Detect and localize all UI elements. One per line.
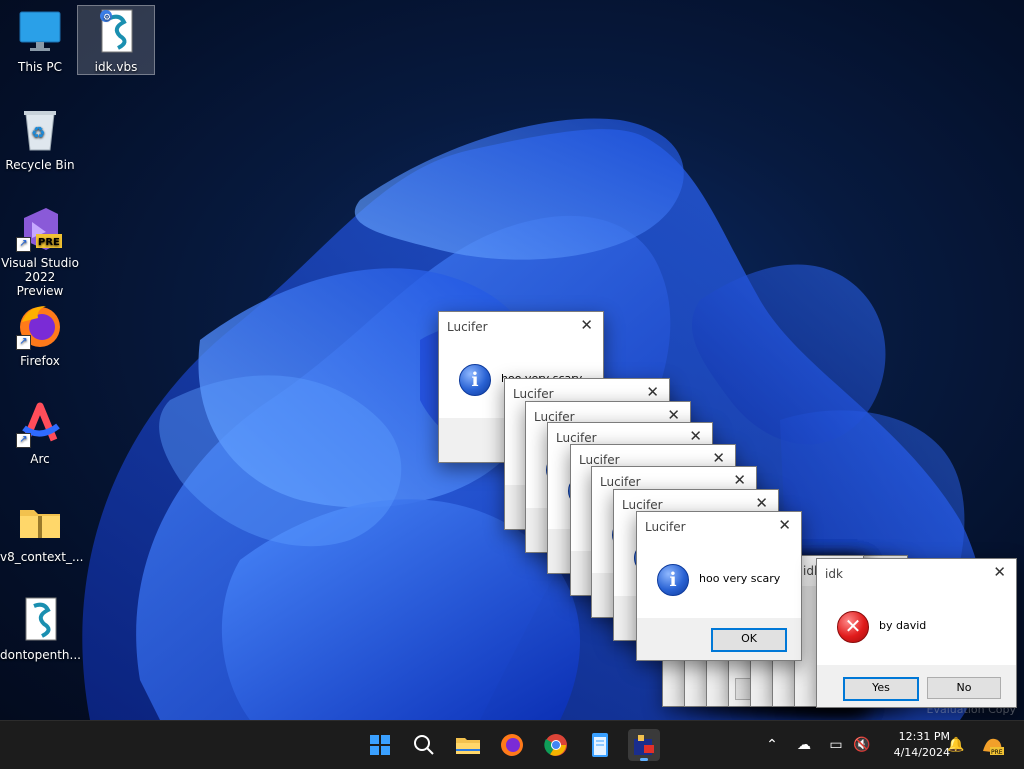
svg-text:♻: ♻ <box>31 123 45 142</box>
chrome-taskbar-button[interactable] <box>540 729 572 761</box>
desktop-icon-label: v8_context_... <box>0 550 84 564</box>
close-icon[interactable]: ✕ <box>689 427 702 445</box>
svg-text:PRE: PRE <box>991 749 1003 756</box>
close-icon[interactable]: ✕ <box>712 449 725 467</box>
start-button[interactable] <box>364 729 396 761</box>
file-explorer-button[interactable] <box>452 729 484 761</box>
desktop-icon-recycle-bin[interactable]: ♻ Recycle Bin <box>0 106 80 172</box>
arc-icon: ↗ <box>16 400 64 448</box>
zip-folder-icon <box>16 498 64 546</box>
visual-studio-icon: PRE ↗ <box>16 204 64 252</box>
shortcut-arrow-icon: ↗ <box>16 237 31 252</box>
script-host-icon <box>634 735 654 755</box>
desktop-icon-firefox[interactable]: ↗ Firefox <box>0 302 80 368</box>
dialog-title: idk <box>825 567 843 581</box>
idk-dialog-front[interactable]: idk ✕ ✕ by david Yes No <box>816 558 1017 708</box>
desktop-icon-arc[interactable]: ↗ Arc <box>0 400 80 466</box>
desktop-icon-label: dontopenth... <box>0 648 81 662</box>
dialog-title: Lucifer <box>579 453 620 467</box>
info-icon: i <box>459 364 491 396</box>
desktop: This PC ⚙ idk.vbs ♻ Recycle Bin PRE ↗ Vi… <box>0 0 1024 720</box>
pre-badge: PRE <box>38 237 60 248</box>
notepad-taskbar-button[interactable] <box>584 729 616 761</box>
monitor-icon <box>16 8 64 56</box>
dialog-title: Lucifer <box>622 498 663 512</box>
notification-bell-icon[interactable]: 🔔 <box>946 735 966 755</box>
desktop-icon-label: Firefox <box>20 354 60 368</box>
desktop-icon-label: idk.vbs <box>94 60 138 74</box>
shortcut-arrow-icon: ↗ <box>16 433 31 448</box>
desktop-icon-label: This PC <box>18 60 62 74</box>
script-file-icon <box>16 596 64 644</box>
info-icon: i <box>657 564 689 596</box>
copilot-preview-icon[interactable]: PRE <box>980 735 1006 756</box>
firefox-taskbar-button[interactable] <box>496 729 528 761</box>
desktop-icon-label: Visual Studio 2022 Preview <box>1 256 79 298</box>
recycle-bin-icon: ♻ <box>16 106 64 154</box>
shortcut-arrow-icon: ↗ <box>16 335 31 350</box>
desktop-icon-label: Arc <box>30 452 50 466</box>
active-indicator <box>640 758 648 761</box>
desktop-icon-v8-context[interactable]: v8_context_... <box>0 498 84 564</box>
volume-muted-icon[interactable]: 🔇 <box>852 735 872 755</box>
close-icon[interactable]: ✕ <box>580 316 593 334</box>
close-icon[interactable]: ✕ <box>993 563 1006 581</box>
close-icon[interactable]: ✕ <box>778 516 791 534</box>
chevron-up-icon[interactable]: ⌃ <box>762 735 782 755</box>
no-button[interactable]: No <box>927 677 1001 699</box>
script-host-taskbar-button[interactable] <box>628 729 660 761</box>
dialog-title: Lucifer <box>600 475 641 489</box>
search-button[interactable] <box>408 729 440 761</box>
clock-date: 4/14/2024 <box>893 746 950 759</box>
desktop-icon-dontopenthis[interactable]: dontopenth... <box>0 596 81 662</box>
firefox-icon: ↗ <box>16 302 64 350</box>
script-file-icon: ⚙ <box>92 8 140 56</box>
start-icon <box>370 735 390 755</box>
network-icon[interactable]: ▭ <box>826 735 846 755</box>
file-explorer-icon <box>456 738 480 754</box>
desktop-icon-label: Recycle Bin <box>5 158 75 172</box>
onedrive-icon[interactable]: ☁ <box>794 735 814 755</box>
desktop-icon-idk-vbs[interactable]: ⚙ idk.vbs <box>77 5 155 75</box>
close-icon[interactable]: ✕ <box>733 471 746 489</box>
clock-time: 12:31 PM <box>898 730 950 743</box>
dialog-title: Lucifer <box>513 387 554 401</box>
dialog-message: hoo very scary <box>699 572 781 585</box>
close-icon[interactable]: ✕ <box>755 494 768 512</box>
dialog-title: Lucifer <box>447 320 488 334</box>
notepad-icon <box>592 733 608 757</box>
taskbar: ⌃ ☁ ▭ 🔇 12:31 PM 4/14/2024 🔔 PRE <box>0 720 1024 769</box>
dialog-title: Lucifer <box>645 520 686 534</box>
firefox-icon <box>501 734 523 756</box>
ok-button[interactable]: OK <box>711 628 787 652</box>
svg-text:⚙: ⚙ <box>103 13 111 23</box>
system-clock[interactable]: 12:31 PM 4/14/2024 <box>878 729 950 761</box>
error-icon: ✕ <box>837 611 869 643</box>
dialog-message: by david <box>879 619 927 632</box>
ok-button[interactable] <box>735 678 751 700</box>
dialog-title: Lucifer <box>556 431 597 445</box>
search-icon <box>414 735 434 755</box>
chrome-icon <box>544 734 567 756</box>
desktop-icon-this-pc[interactable]: This PC <box>0 8 80 74</box>
desktop-icon-visual-studio[interactable]: PRE ↗ Visual Studio 2022 Preview <box>0 204 80 298</box>
yes-button[interactable]: Yes <box>843 677 919 701</box>
close-icon[interactable]: ✕ <box>646 383 659 401</box>
lucifer-dialog-front[interactable]: Lucifer ✕ i hoo very scary OK <box>636 511 802 661</box>
